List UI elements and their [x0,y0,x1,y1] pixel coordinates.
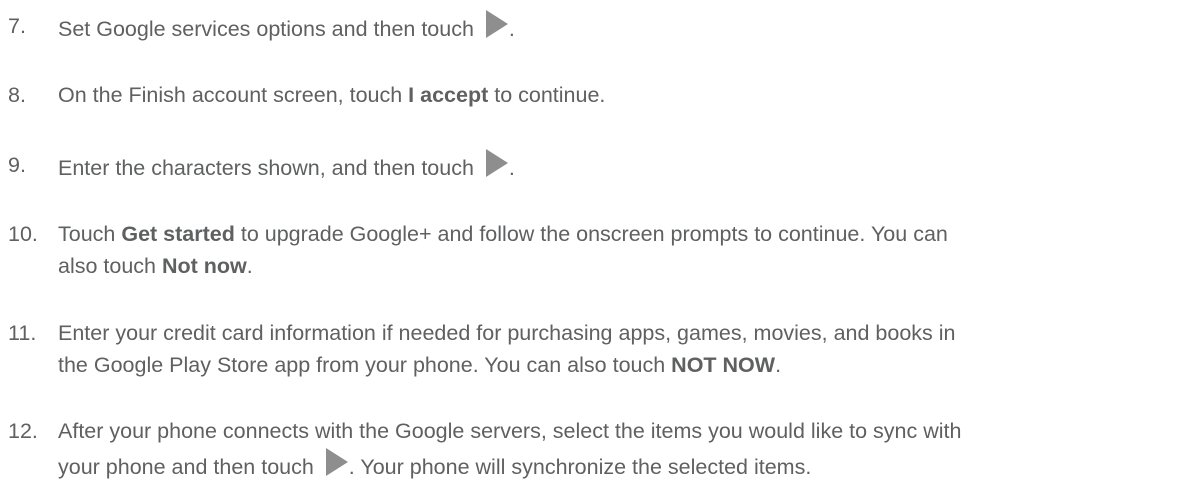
next-arrow-icon [485,10,508,38]
step-number: 9. [8,153,26,177]
step-text: On the Finish account screen, touch I ac… [58,83,606,107]
step-number: 11. [8,321,37,345]
step-text: After your phone connects with the Googl… [58,419,962,479]
step-text: Touch Get started to upgrade Google+ and… [58,222,948,278]
not-now-label: Not now [161,254,247,278]
not-now-caps-label: NOT NOW [671,353,776,377]
step-number: 12. [8,419,38,443]
step-text: Enter your credit card information if ne… [58,321,956,377]
get-started-label: Get started [121,222,235,246]
step-number: 10. [8,222,38,246]
next-arrow-icon [325,448,348,476]
i-accept-label: I accept [408,83,489,107]
step-number: 8. [8,83,26,107]
step-text: Set Google services options and then tou… [58,10,1174,45]
next-arrow-icon [485,149,508,177]
step-number: 7. [8,14,26,38]
step-text: Enter the characters shown, and then tou… [58,149,1174,184]
